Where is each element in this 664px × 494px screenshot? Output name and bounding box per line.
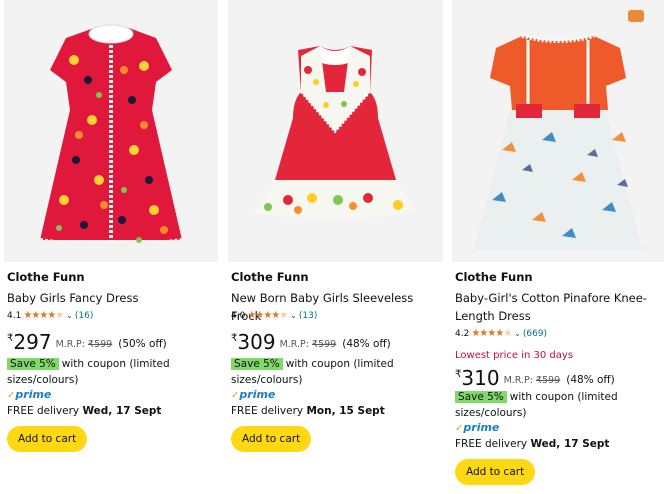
add-to-cart-button[interactable]: Add to cart	[231, 426, 312, 452]
rating-row[interactable]: 4.2 ★★★★ ★ ⌄ (669)	[455, 328, 547, 339]
rating-count[interactable]: (16)	[75, 311, 93, 321]
star-rating-icon: ★★★★ ★	[471, 328, 512, 339]
prime-label: prime	[15, 388, 52, 401]
delivery-date: Mon, 15 Sept	[306, 405, 385, 417]
coupon-badge[interactable]: Save 5%	[231, 358, 283, 370]
prime-badge: ✓prime	[231, 388, 275, 401]
price-row: ₹ 297 M.R.P: ₹599 (50% off)	[7, 331, 167, 353]
product-card: Clothe Funn New Born Baby Girls Sleevele…	[228, 0, 443, 494]
price-row: ₹ 309 M.R.P: ₹599 (48% off)	[231, 331, 391, 353]
rating-row[interactable]: 4.1 ★★★★ ★ ⌄ (16)	[7, 310, 93, 321]
add-to-cart-button[interactable]: Add to cart	[455, 459, 536, 485]
chevron-down-icon[interactable]: ⌄	[290, 311, 297, 320]
mrp: M.R.P: ₹599	[504, 375, 561, 386]
product-image[interactable]	[228, 0, 443, 262]
discount: (48% off)	[342, 338, 391, 350]
prime-badge: ✓prime	[7, 388, 51, 401]
mrp-value: ₹599	[88, 339, 113, 350]
brand-name: Clothe Funn	[231, 270, 309, 284]
butterfly-pinafore-dress-image	[474, 10, 644, 250]
product-card: Clothe Funn Baby-Girl's Cotton Pinafore …	[452, 0, 664, 494]
coupon-badge[interactable]: Save 5%	[7, 358, 59, 370]
delivery-date: Wed, 17 Sept	[530, 438, 610, 450]
product-image[interactable]	[4, 0, 218, 262]
delivery-prefix: FREE delivery	[7, 405, 80, 417]
mrp-value: ₹599	[312, 339, 337, 350]
prime-badge: ✓prime	[455, 421, 499, 434]
product-grid: Clothe Funn Baby Girls Fancy Dress 4.1 ★…	[0, 0, 664, 494]
rating-value: 4.1	[7, 310, 22, 321]
product-card: Clothe Funn Baby Girls Fancy Dress 4.1 ★…	[4, 0, 218, 494]
discount: (48% off)	[566, 374, 615, 386]
product-title[interactable]: Baby-Girl's Cotton Pinafore Knee-Length …	[455, 289, 655, 325]
rating-row[interactable]: 4.0 ★★★★ ★ ⌄ (13)	[231, 310, 317, 321]
rating-value: 4.0	[231, 310, 246, 321]
chevron-down-icon[interactable]: ⌄	[66, 311, 73, 320]
delivery-date: Wed, 17 Sept	[82, 405, 162, 417]
price-row: ₹ 310 M.R.P: ₹599 (48% off)	[455, 367, 615, 389]
mrp: M.R.P: ₹599	[280, 339, 337, 350]
brand-name: Clothe Funn	[455, 270, 533, 284]
lowest-price-badge: Lowest price in 30 days	[455, 350, 574, 361]
red-floral-dress-image	[39, 24, 183, 247]
delivery-prefix: FREE delivery	[455, 438, 528, 450]
product-image[interactable]	[452, 0, 664, 262]
delivery-info: FREE delivery Wed, 17 Sept	[455, 438, 609, 450]
prime-label: prime	[463, 421, 500, 434]
price: 297	[13, 330, 52, 354]
star-rating-icon: ★★★★ ★	[247, 310, 288, 321]
delivery-info: FREE delivery Wed, 17 Sept	[7, 405, 161, 417]
delivery-prefix: FREE delivery	[231, 405, 304, 417]
star-rating-icon: ★★★★ ★	[23, 310, 64, 321]
coupon-offer: Save 5% with coupon (limited sizes/colour…	[455, 389, 655, 421]
product-title[interactable]: Baby Girls Fancy Dress	[7, 289, 138, 307]
add-to-cart-button[interactable]: Add to cart	[7, 426, 88, 452]
mrp-label: M.R.P:	[503, 375, 533, 386]
brand-name: Clothe Funn	[7, 270, 85, 284]
mrp-label: M.R.P:	[55, 339, 85, 350]
rating-count[interactable]: (669)	[523, 329, 547, 339]
coupon-offer: Save 5% with coupon (limited sizes/colour…	[7, 356, 207, 388]
rating-count[interactable]: (13)	[299, 311, 317, 321]
price: 309	[237, 330, 276, 354]
prime-label: prime	[239, 388, 276, 401]
red-sleeveless-frock-image	[254, 46, 416, 219]
mrp-label: M.R.P:	[279, 339, 309, 350]
mrp-value: ₹599	[536, 375, 561, 386]
delivery-info: FREE delivery Mon, 15 Sept	[231, 405, 385, 417]
coupon-badge[interactable]: Save 5%	[455, 391, 507, 403]
chevron-down-icon[interactable]: ⌄	[514, 329, 521, 338]
rating-value: 4.2	[455, 328, 470, 339]
price: 310	[461, 366, 500, 390]
mrp: M.R.P: ₹599	[56, 339, 113, 350]
discount: (50% off)	[118, 338, 167, 350]
coupon-offer: Save 5% with coupon (limited sizes/colour…	[231, 356, 431, 388]
